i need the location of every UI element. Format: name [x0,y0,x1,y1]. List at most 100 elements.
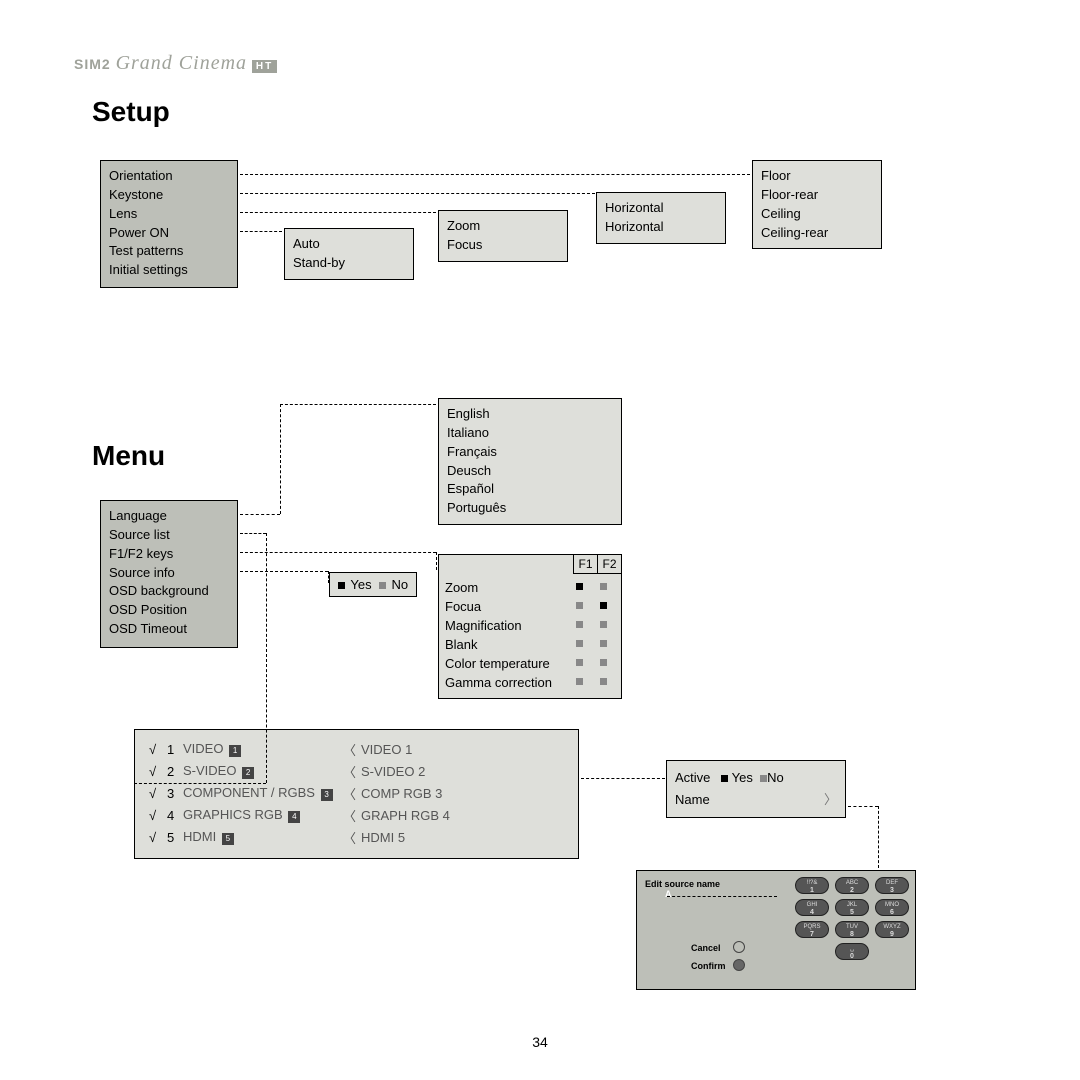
connector [240,571,328,572]
yes-label: Yes [732,770,753,785]
orientation-submenu: Floor Floor-rear Ceiling Ceiling-rear [752,160,882,249]
brand-grand: Grand Cinema [116,52,247,74]
source-name: GRAPHICS RGB 4 [183,807,343,823]
keypad-key: WXYZ9 [875,921,909,938]
source-alias: HDMI 5 [361,830,405,845]
language-item: Français [447,443,613,462]
keypad-key: TUV8 [835,921,869,938]
source-list-box: √ 1 VIDEO 1 〈 VIDEO 1 √ 2 S-VIDEO 2 〈 S-… [134,729,579,859]
source-row: √ 3 COMPONENT / RGBS 3 〈 COMP RGB 3 [149,782,564,804]
connector [280,404,281,514]
orientation-item: Floor [761,167,873,186]
section-title-menu: Menu [92,440,165,472]
menu-item: OSD Position [109,601,229,620]
fkeys-row: Color temperature [445,654,615,673]
keypad-key: ␣0 [835,943,869,960]
fkeys-row: Gamma correction [445,673,615,692]
source-name: S-VIDEO 2 [183,763,343,779]
menu-item: OSD Timeout [109,620,229,639]
square-icon [600,678,607,685]
edit-source-keypad: Edit source name A Cancel Confirm !!?&1A… [636,870,916,990]
keypad-key: GHI4 [795,899,829,916]
power-submenu: Auto Stand-by [284,228,414,280]
source-name: VIDEO 1 [183,741,343,757]
menu-item: Source info [109,564,229,583]
check-icon: √ [149,764,167,779]
keystone-item: Horizontal [605,199,717,218]
square-icon [576,640,583,647]
power-item: Auto [293,235,405,254]
connector [240,174,750,175]
connector [848,806,878,807]
fkeys-name: Focua [445,599,567,614]
language-item: Italiano [447,424,613,443]
keypad-cancel: Cancel [691,943,721,953]
yesno-box: Yes No [329,572,417,597]
source-row: √ 2 S-VIDEO 2 〈 S-VIDEO 2 [149,760,564,782]
fkeys-row: Focua [445,597,615,616]
connector [328,571,329,583]
connector [436,552,437,570]
language-item: English [447,405,613,424]
fkeys-name: Zoom [445,580,567,595]
orientation-item: Ceiling [761,205,873,224]
square-icon [721,775,728,782]
languages-submenu: English Italiano Français Deusch Español… [438,398,622,525]
connector [240,514,280,515]
square-icon [576,678,583,685]
chevron-left-icon: 〈 [343,762,361,781]
source-badge: 4 [288,811,300,823]
chevron-right-icon: 〉 [824,789,837,811]
chevron-left-icon: 〈 [343,740,361,759]
setup-item: Power ON [109,224,229,243]
check-icon: √ [149,786,167,801]
source-badge: 2 [242,767,254,779]
keypad-key: !!?&1 [795,877,829,894]
menu-item: OSD background [109,582,229,601]
source-row: √ 4 GRAPHICS RGB 4 〈 GRAPH RGB 4 [149,804,564,826]
orientation-item: Ceiling-rear [761,224,873,243]
source-name: COMPONENT / RGBS 3 [183,785,343,801]
setup-item: Keystone [109,186,229,205]
no-label: No [391,577,408,592]
connector [240,552,436,553]
connector [280,404,436,405]
lens-item: Zoom [447,217,559,236]
confirm-button-icon [733,959,745,971]
source-badge: 1 [229,745,241,757]
check-icon: √ [149,808,167,823]
connector [878,806,879,868]
cursor-line [667,896,777,897]
fkeys-name: Magnification [445,618,567,633]
square-icon [600,640,607,647]
source-badge: 3 [321,789,333,801]
fkeys-row: Zoom [445,578,615,597]
language-item: Português [447,499,613,518]
connector [240,212,436,213]
fkeys-name: Blank [445,637,567,652]
source-row: √ 5 HDMI 5 〈 HDMI 5 [149,826,564,848]
keypad-title: Edit source name [645,879,720,889]
keystone-item: Horizontal [605,218,717,237]
name-label: Name [675,789,710,811]
keypad-key: JKL5 [835,899,869,916]
connector [134,783,266,784]
fkeys-header: F1 [573,555,597,574]
active-label: Active [675,770,710,785]
check-icon: √ [149,830,167,845]
section-title-setup: Setup [92,96,170,128]
power-item: Stand-by [293,254,405,273]
cursor-char: A [665,889,672,899]
keypad-confirm: Confirm [691,961,726,971]
fkeys-name: Gamma correction [445,675,567,690]
lens-submenu: Zoom Focus [438,210,568,262]
lens-item: Focus [447,236,559,255]
source-alias: COMP RGB 3 [361,786,442,801]
setup-item: Lens [109,205,229,224]
setup-item: Orientation [109,167,229,186]
square-icon [576,602,583,609]
connector [240,533,266,534]
setup-item: Initial settings [109,261,229,280]
keypad-key: MNO6 [875,899,909,916]
square-icon [379,582,386,589]
